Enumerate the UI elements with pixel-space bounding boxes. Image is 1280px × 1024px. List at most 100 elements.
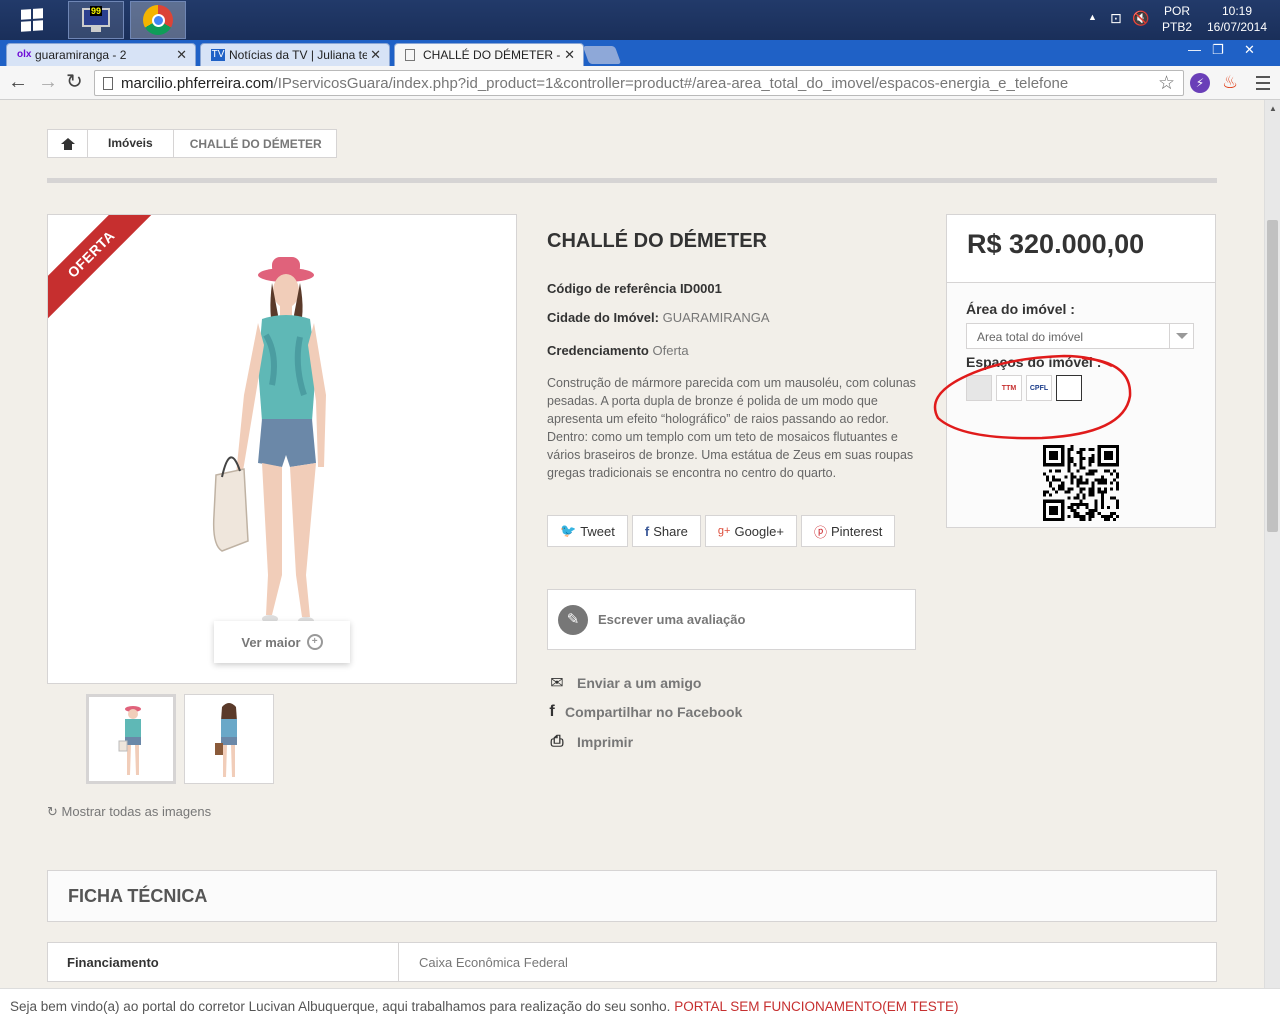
back-arrow-icon[interactable]: ← (8, 72, 28, 92)
bookmark-star-icon[interactable]: ☆ (1158, 72, 1175, 95)
credenciamento-label: Credenciamento (547, 343, 649, 358)
scrollbar-thumb[interactable] (1267, 220, 1278, 532)
close-window-icon[interactable]: ✕ (1244, 42, 1255, 58)
breadcrumb-current: CHALLÉ DO DÉMETER (189, 136, 322, 151)
clock-time: 10:19 (1221, 4, 1253, 18)
google-label: Google+ (734, 523, 784, 539)
tray-expand-icon[interactable]: ▲ (1088, 12, 1097, 22)
share-facebook-link[interactable]: f Compartilhar no Facebook (547, 703, 742, 721)
language-indicator[interactable]: POR PTB2 (1162, 3, 1192, 35)
write-review-button[interactable]: ✎ Escrever uma avaliação (547, 589, 916, 650)
city: Cidade do Imóvel: GUARAMIRANGA (547, 310, 770, 325)
browser-tabbar: olx guaramiranga - 2 ✕ TV Notícias da TV… (0, 40, 1280, 66)
facebook-label: Compartilhar no Facebook (565, 704, 743, 720)
area-selected-value: Area total do imóvel (977, 330, 1084, 344)
keyboard-layout: PTB2 (1162, 20, 1193, 34)
breadcrumb-home[interactable] (48, 130, 88, 157)
print-link[interactable]: ⎙ Imprimir (547, 733, 633, 751)
footer-alert: PORTAL SEM FUNCIONAMENTO(EM TESTE) (674, 999, 959, 1014)
pencil-icon: ✎ (558, 604, 588, 635)
clock[interactable]: 10:19 16/07/2014 (1202, 3, 1272, 35)
windows-logo-icon (21, 8, 43, 32)
table-row: Financiamento Caixa Econômica Federal (47, 942, 1217, 982)
pinterest-button[interactable]: ⓟ Pinterest (800, 515, 896, 547)
product-price: R$ 320.000,00 (967, 229, 1145, 259)
product-title: CHALLÉ DO DÉMETER (547, 230, 767, 252)
oferta-ribbon: OFERTA (48, 215, 159, 322)
google-plus-button[interactable]: g+ Google+ (704, 515, 797, 547)
reference-code: Código de referência ID0001 (547, 281, 722, 296)
credenciamento: Credenciamento Oferta (547, 343, 689, 358)
forward-arrow-icon[interactable]: → (38, 72, 58, 92)
tab-title: guaramiranga - 2 (35, 48, 127, 62)
credenciamento-value: Oferta (652, 343, 689, 358)
url-path: /IPservicosGuara/index.php?id_product=1&… (273, 75, 1069, 92)
browser-toolbar: ← → ↻ marcilio.phferreira.com/IPservicos… (0, 66, 1280, 100)
show-all-label: Mostrar todas as imagens (61, 804, 212, 819)
footer-text: Seja bem vindo(a) ao portal do corretor … (10, 999, 671, 1014)
tab-challe-demeter[interactable]: CHALLÉ DO DÉMETER - IP ✕ (394, 43, 584, 66)
page-info-icon (103, 77, 113, 90)
scroll-up-icon[interactable]: ▲ (1269, 104, 1277, 113)
tab-title: CHALLÉ DO DÉMETER - IP (423, 48, 576, 62)
facebook-share-button[interactable]: f Share (631, 515, 701, 547)
print-label: Imprimir (577, 734, 634, 750)
city-value: GUARAMIRANGA (662, 310, 770, 325)
facebook-icon: f (644, 523, 650, 539)
footer-notice: Seja bem vindo(a) ao portal do corretor … (0, 988, 1280, 1024)
close-tab-icon[interactable]: ✕ (176, 47, 187, 63)
address-bar[interactable]: marcilio.phferreira.com/IPservicosGuara/… (94, 70, 1184, 96)
reload-icon[interactable]: ↻ (66, 72, 83, 92)
share-label: Share (653, 523, 688, 539)
reference-label: Código de referência (547, 281, 677, 296)
monitor-badge: 99 (90, 6, 103, 16)
start-button[interactable] (10, 6, 54, 34)
close-tab-icon[interactable]: ✕ (367, 47, 381, 63)
review-label: Escrever uma avaliação (598, 612, 746, 627)
new-tab-button[interactable] (582, 46, 622, 64)
tweet-button[interactable]: 🐦 Tweet (547, 515, 628, 547)
clock-date: 16/07/2014 (1206, 20, 1268, 34)
row-label: Financiamento (48, 943, 399, 981)
home-icon (60, 137, 75, 150)
reference-value: ID0001 (679, 281, 722, 296)
product-description: Construção de mármore parecida com um ma… (547, 376, 916, 480)
tab-guaramiranga[interactable]: olx guaramiranga - 2 ✕ (6, 43, 196, 66)
restore-icon[interactable]: ❐ (1212, 42, 1224, 58)
taskbar-monitor-app[interactable]: 99 (68, 1, 124, 39)
area-select[interactable]: Area total do imóvel (966, 323, 1194, 349)
red-circle-annotation (933, 354, 1132, 440)
printer-icon: ⎙ (550, 733, 564, 750)
envelope-icon: ✉ (550, 675, 564, 692)
taskbar-chrome-app[interactable] (130, 1, 186, 39)
minimize-icon[interactable]: — (1188, 42, 1201, 57)
extension-fire-icon[interactable]: ♨ (1222, 72, 1238, 93)
page-icon (405, 49, 415, 61)
send-to-friend-link[interactable]: ✉ Enviar a um amigo (547, 673, 701, 693)
twitter-icon: 🐦 (560, 523, 577, 538)
tab-title: Notícias da TV | Juliana tem (229, 48, 379, 62)
monitor-icon: 99 (79, 6, 113, 34)
zoom-button[interactable]: Ver maior + (214, 621, 350, 663)
tweet-label: Tweet (580, 523, 615, 539)
close-tab-icon[interactable]: ✕ (561, 47, 575, 63)
breadcrumb-imoveis[interactable]: Imóveis (88, 130, 174, 157)
send-label: Enviar a um amigo (577, 675, 702, 691)
price-header: R$ 320.000,00 (947, 215, 1215, 283)
thumbnail-2[interactable] (184, 694, 274, 784)
google-plus-icon: g+ (717, 525, 731, 537)
thumbnail-1[interactable] (86, 694, 176, 784)
product-photo[interactable] (208, 245, 358, 625)
tab-noticias-tv[interactable]: TV Notícias da TV | Juliana tem ✕ (200, 43, 390, 66)
volume-muted-icon[interactable]: 🔇 (1132, 10, 1149, 27)
product-image-box[interactable]: OFERTA Ver maior + (47, 214, 517, 684)
area-label: Área do imóvel : (966, 301, 1075, 317)
thumbnail-photo (118, 706, 141, 775)
network-icon[interactable]: ⊡ (1110, 10, 1122, 27)
chrome-menu-icon[interactable] (1256, 76, 1270, 94)
extension-bolt-icon[interactable]: ⚡ (1190, 73, 1210, 93)
page-scrollbar[interactable]: ▲ (1264, 100, 1280, 988)
url-host: marcilio.phferreira.com (121, 75, 274, 92)
show-all-images-link[interactable]: ↻ Mostrar todas as imagens (47, 804, 211, 820)
zoom-plus-icon: + (306, 634, 323, 650)
